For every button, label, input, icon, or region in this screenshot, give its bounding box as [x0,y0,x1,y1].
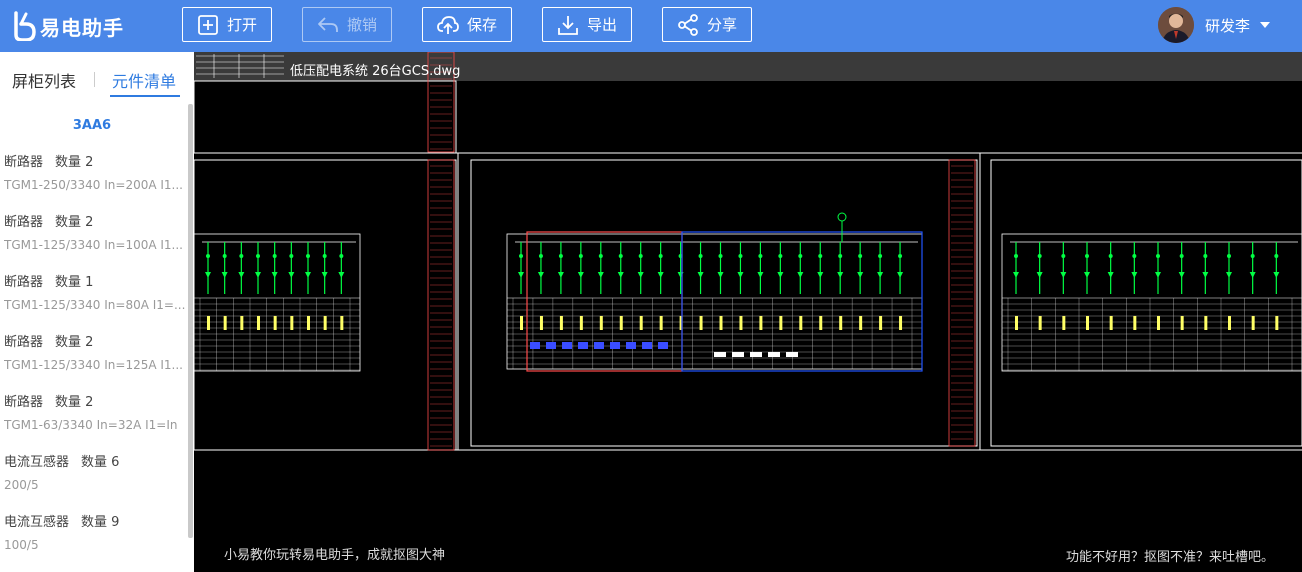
cabinet-group-title[interactable]: 3AA6 [0,118,184,133]
share-label: 分享 [706,16,737,34]
user-menu[interactable]: 研发李 [1158,6,1271,44]
list-item[interactable]: 电流互感器 数量 9 100/5 [0,512,188,572]
save-label: 保存 [466,16,497,34]
component-list: 断路器 数量 2 TGM1-250/3340 In=200A I1... 断路器数… [0,152,188,572]
share-button[interactable]: 分享 [662,7,752,42]
list-item[interactable]: 断路器 数量 1 TGM1-125/3340 In=80A I1=... [0,272,188,332]
item-qty: 数量 1 [55,275,94,290]
export-label: 导出 [586,16,617,34]
cad-drawing [194,52,1302,451]
save-button[interactable]: 保存 [422,7,512,42]
item-spec: TGM1-125/3340 In=100A I1... [4,238,183,252]
list-item[interactable]: 电流互感器 数量 6 200/5 [0,452,188,512]
undo-label: 撤销 [346,16,377,34]
chevron-down-icon [1260,22,1271,28]
item-name: 断路器 [4,215,44,230]
share-icon [678,13,698,36]
feedback-link[interactable]: 功能不好用？抠图不准？来吐槽吧。 [1066,546,1274,565]
active-tab-indicator [110,95,180,97]
item-spec: TGM1-250/3340 In=200A I1... [4,178,183,192]
tab-divider [94,72,95,87]
item-spec: TGM1-63/3340 In=32A I1=In [4,418,178,432]
tutorial-link[interactable]: 小易教你玩转易电助手，成就抠图大神 [224,544,445,563]
list-item[interactable]: 断路器 数量 2 TGM1-125/3340 In=100A I1... [0,212,188,272]
item-qty: 数量 9 [81,515,120,530]
item-name: 电流互感器 [4,515,70,530]
item-qty: 数量 2 [55,215,94,230]
item-name: 断路器 [4,395,44,410]
item-spec: TGM1-125/3340 In=80A I1=... [4,298,186,312]
list-item[interactable]: 断路器 数量 2 TGM1-63/3340 In=32A I1=In [0,392,188,452]
app-name: 易电助手 [40,15,124,40]
app-logo[interactable]: 易电助手 [12,10,124,42]
item-name: 断路器 [4,155,44,170]
undo-button[interactable]: 撤销 [302,7,392,42]
item-spec: 100/5 [4,538,39,552]
file-plus-icon [198,14,218,35]
user-name: 研发李 [1205,16,1251,35]
undo-arrow-icon [318,16,338,32]
sidebar: 屏柜列表 元件清单 3AA6 断路器 数量 2 TGM1-250/3340 In=… [0,52,194,572]
item-spec: 200/5 [4,478,39,492]
sidebar-scrollbar[interactable] [188,104,193,538]
download-icon [558,15,578,35]
item-name: 电流互感器 [4,455,70,470]
item-spec: TGM1-125/3340 In=125A I1... [4,358,183,372]
open-button[interactable]: 打开 [182,7,272,42]
top-bar: 易电助手 打开 撤销 保存 导出 分享 研发李 [0,0,1302,52]
tab-cabinet-list[interactable]: 屏柜列表 [12,68,76,92]
item-name: 断路器 [4,275,44,290]
yidian-logo-icon [12,11,36,42]
cloud-upload-icon [437,15,459,34]
avatar [1158,7,1194,43]
open-label: 打开 [226,16,257,34]
tab-component-list[interactable]: 元件清单 [112,68,176,92]
item-qty: 数量 2 [55,335,94,350]
item-qty: 数量 2 [55,155,94,170]
list-item[interactable]: 断路器 数量 2 TGM1-250/3340 In=200A I1... [0,152,188,212]
item-name: 断路器 [4,335,44,350]
list-item[interactable]: 断路器 数量 2 TGM1-125/3340 In=125A I1... [0,332,188,392]
drawing-filename: 低压配电系统 26台GCS.dwg [290,64,461,79]
sidebar-tabs: 屏柜列表 元件清单 [0,52,194,104]
cad-drawing-canvas[interactable]: 低压配电系统 26台GCS.dwg 小易教你玩转易电助手，成就抠图大神 功能不好… [194,52,1302,572]
item-qty: 数量 6 [81,455,120,470]
export-button[interactable]: 导出 [542,7,632,42]
item-qty: 数量 2 [55,395,94,410]
